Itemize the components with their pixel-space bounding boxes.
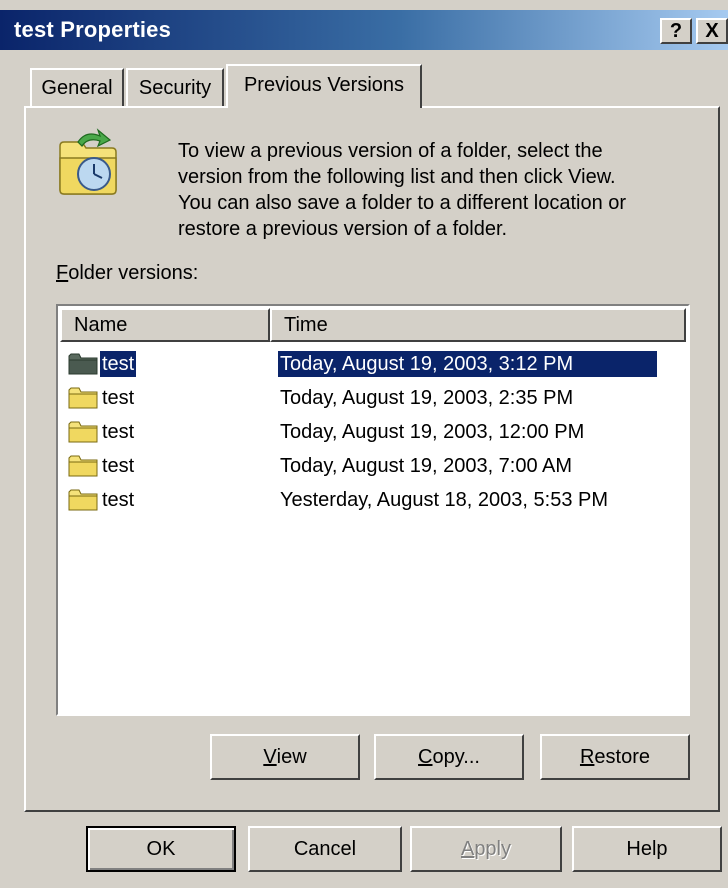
label-rest: older versions:: [68, 262, 199, 284]
accel-letter: A: [460, 838, 475, 860]
list-row[interactable]: test Today, August 19, 2003, 7:00 AM: [64, 450, 684, 482]
view-button[interactable]: View: [210, 734, 360, 780]
list-row[interactable]: test Today, August 19, 2003, 2:35 PM: [64, 382, 684, 414]
accel-letter: R: [579, 746, 595, 768]
list-row[interactable]: test Today, August 19, 2003, 3:12 PM: [64, 348, 684, 380]
description-line: version from the following list and then…: [178, 166, 616, 188]
restore-folder-icon: [59, 128, 117, 195]
row-name: test: [102, 455, 135, 477]
accel-letter: F: [56, 262, 69, 284]
ok-button[interactable]: OK: [86, 826, 236, 872]
button-label: pply: [474, 838, 512, 860]
row-name: test: [98, 350, 138, 378]
folder-icon: [68, 455, 98, 477]
description-line: To view a previous version of a folder, …: [178, 140, 603, 162]
cancel-button[interactable]: Cancel: [248, 826, 402, 872]
tab-security[interactable]: Security: [126, 68, 224, 108]
list-header: Name Time: [60, 308, 686, 342]
accel-letter: V: [263, 746, 277, 768]
folder-icon: [68, 353, 98, 375]
row-time: Today, August 19, 2003, 2:35 PM: [280, 387, 574, 409]
copy-button[interactable]: Copy...: [374, 734, 524, 780]
row-time: Today, August 19, 2003, 7:00 AM: [280, 455, 573, 477]
tab-previous-versions[interactable]: Previous Versions: [226, 64, 422, 108]
row-time: Today, August 19, 2003, 3:12 PM: [278, 351, 658, 377]
row-time: Today, August 19, 2003, 12:00 PM: [280, 421, 585, 443]
tab-general[interactable]: General: [30, 68, 124, 108]
help-button[interactable]: ?: [660, 18, 692, 44]
restore-button[interactable]: Restore: [540, 734, 690, 780]
folder-icon: [68, 489, 98, 511]
accel-letter: C: [418, 746, 433, 768]
versions-list[interactable]: Name Time test Today, August 19, 2003, 3…: [56, 304, 690, 716]
folder-icon: [68, 421, 98, 443]
list-row[interactable]: test Today, August 19, 2003, 12:00 PM: [64, 416, 684, 448]
folder-versions-label: Folder versions:: [56, 262, 198, 285]
row-name: test: [102, 489, 135, 511]
apply-button[interactable]: Apply: [410, 826, 562, 872]
title-bar: test Properties ? X: [0, 10, 728, 50]
column-header-name[interactable]: Name: [60, 308, 270, 342]
description-text: To view a previous version of a folder, …: [178, 138, 688, 242]
close-button[interactable]: X: [696, 18, 728, 44]
button-label: opy...: [432, 746, 480, 768]
button-label: estore: [594, 746, 651, 768]
column-header-time[interactable]: Time: [270, 308, 686, 342]
folder-icon: [68, 387, 98, 409]
description-line: You can also save a folder to a differen…: [178, 192, 627, 214]
row-name: test: [102, 421, 135, 443]
row-time: Yesterday, August 18, 2003, 5:53 PM: [280, 489, 609, 511]
window-title: test Properties: [14, 17, 172, 42]
description-line: restore a previous version of a folder.: [178, 218, 508, 240]
row-name: test: [102, 387, 135, 409]
help-footer-button[interactable]: Help: [572, 826, 722, 872]
button-label: iew: [276, 746, 307, 768]
list-row[interactable]: test Yesterday, August 18, 2003, 5:53 PM: [64, 484, 684, 516]
